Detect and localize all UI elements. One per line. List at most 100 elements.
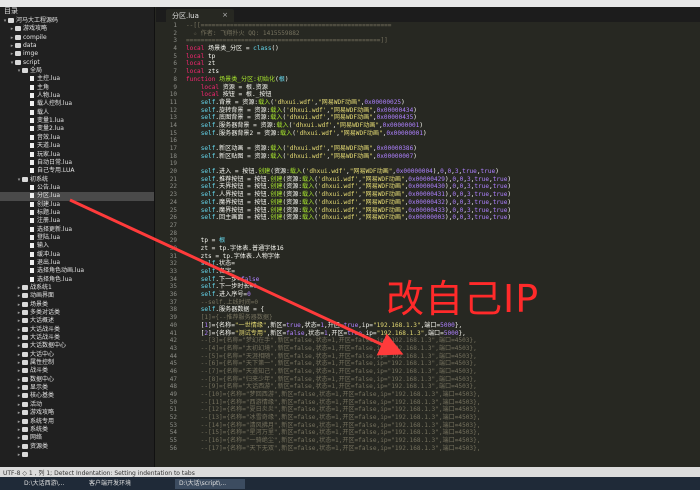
sidebar-item[interactable]: ▸ 系统专用 <box>0 418 154 426</box>
sidebar-item[interactable]: ▸ 系统类 <box>0 426 154 434</box>
folder-icon <box>15 43 21 49</box>
taskbar-item-2[interactable]: 客户端开发环境 <box>85 479 160 489</box>
line-number: 38 <box>169 306 177 314</box>
line-number: 2 <box>173 29 177 37</box>
sidebar-item-label: 资源类 <box>30 442 49 450</box>
sidebar-item-label: 人物.lua <box>37 92 61 100</box>
sidebar-item[interactable]: ▸ 大话概述 <box>0 317 154 325</box>
sidebar-item[interactable]: 载人控制.lua <box>0 100 154 108</box>
file-icon <box>30 143 34 149</box>
sidebar-item[interactable]: 自动日常.lua <box>0 159 154 167</box>
close-icon[interactable]: × <box>222 11 228 19</box>
sidebar-item[interactable]: 音效.lua <box>0 134 154 142</box>
sidebar-item-label: 选择更新.lua <box>37 225 73 233</box>
sidebar-item[interactable]: ▸ 战系统1 <box>0 284 154 292</box>
sidebar-item[interactable]: ▸ 核心基类 <box>0 392 154 400</box>
file-icon <box>30 159 34 165</box>
sidebar-item[interactable]: ▸ imge <box>0 50 154 58</box>
sidebar-item[interactable]: 注册.lua <box>0 217 154 225</box>
sidebar-item-label: 载人控制.lua <box>37 100 73 108</box>
sidebar-item[interactable]: ▸ 场景类 <box>0 301 154 309</box>
sidebar-item[interactable]: ▸ data <box>0 42 154 50</box>
sidebar-item[interactable]: ▸ 大话战斗类 <box>0 334 154 342</box>
line-number: 50 <box>169 398 177 406</box>
sidebar-item-label: 大话数据中心 <box>30 342 67 350</box>
sidebar-item[interactable]: ▾ 全局 <box>0 67 154 75</box>
sidebar-item[interactable]: ▸ 大话数据中心 <box>0 342 154 350</box>
line-number: 39 <box>169 314 177 322</box>
sidebar-item[interactable]: ▾ script <box>0 59 154 67</box>
sidebar-item[interactable]: ▸ 游戏攻略 <box>0 409 154 417</box>
sidebar-item[interactable]: ▸ 战斗类 <box>0 367 154 375</box>
sidebar-item[interactable]: 载人 <box>0 109 154 117</box>
sidebar-item[interactable]: 人物.lua <box>0 92 154 100</box>
sidebar-item[interactable]: ▸ 大话中心 <box>0 351 154 359</box>
sidebar-item-label: 主角 <box>37 83 50 91</box>
sidebar-item-label: 玩家.lua <box>37 150 61 158</box>
sidebar-item-label: 退出.lua <box>37 258 61 266</box>
taskbar-item-1[interactable]: D:\大话西游\... <box>20 479 80 489</box>
sidebar-item[interactable]: ▾ 初系统 <box>0 176 154 184</box>
file-icon <box>30 76 34 82</box>
sidebar-item[interactable]: 输入 <box>0 242 154 250</box>
folder-icon <box>22 376 28 382</box>
sidebar-item[interactable]: ▸ 活动 <box>0 401 154 409</box>
sidebar-item-label: 自动日常.lua <box>37 158 73 166</box>
sidebar-item[interactable]: ▸ 网络 <box>0 434 154 442</box>
sidebar-item[interactable]: ▸ 游戏攻略 <box>0 25 154 33</box>
line-number: 15 <box>169 129 177 137</box>
line-number: 16 <box>169 137 177 145</box>
line-number: 25 <box>169 206 177 214</box>
sidebar-item[interactable]: 分区.lua <box>0 192 154 201</box>
code-line: --[9]={名称="大话西游",新区=false,状态=1,开区=false,… <box>186 383 477 391</box>
folder-icon <box>22 393 28 399</box>
sidebar-item[interactable]: 公告.lua <box>0 184 154 192</box>
code-line: self.新区动画 = 资源:载入('dhxui.wdf',"网易WDF动画",… <box>200 145 417 152</box>
folder-icon <box>22 326 28 332</box>
code-line: --[13]={名称="冰雪奇缘",新区=false,状态=1,开区=false… <box>186 414 481 422</box>
sidebar-item[interactable]: ▸ 动画界面 <box>0 292 154 300</box>
sidebar-item[interactable]: 天道.lua <box>0 142 154 150</box>
status-bar: UTF-8 ◇ 1 , 列 1; Detect Indentation: Set… <box>0 467 700 477</box>
code-line: --[15]={名称="星河万里",新区=false,状态=1,开区=false… <box>186 429 481 437</box>
sidebar-item[interactable]: ▸ 资源类 <box>0 443 154 451</box>
file-icon <box>30 226 34 232</box>
sidebar-item[interactable]: 缓冲.lua <box>0 251 154 259</box>
line-number: 42 <box>169 337 177 345</box>
code-line: --[4]={名称="太初幻境",新区=false,状态=1,开区=false,… <box>186 344 477 352</box>
sidebar-item[interactable]: ▸ 大话战斗类 <box>0 326 154 334</box>
sidebar-item-label: 自己专用.LUA <box>37 167 75 175</box>
line-number: 53 <box>169 421 177 429</box>
sidebar-item[interactable]: ▸ <box>0 451 154 459</box>
sidebar-item[interactable]: ▸ 多类对话类 <box>0 309 154 317</box>
taskbar-item-3[interactable]: D:\大话\script\... <box>175 479 245 489</box>
sidebar-item[interactable]: 创建.lua <box>0 201 154 209</box>
sidebar-item[interactable]: 登陆.lua <box>0 234 154 242</box>
sidebar-item[interactable]: 自己专用.LUA <box>0 167 154 175</box>
sidebar-item[interactable]: 变量1.lua <box>0 117 154 125</box>
sidebar-item[interactable]: 选择角色.lua <box>0 276 154 284</box>
sidebar-item[interactable]: 玩家.lua <box>0 151 154 159</box>
sidebar-item[interactable]: 标题.lua <box>0 209 154 217</box>
code-line: ☆ 作者: 飞翔扑火 QQ: 1415559882 <box>186 29 300 37</box>
sidebar-item[interactable]: ▸ compile <box>0 34 154 42</box>
sidebar-item[interactable]: 主控.lua <box>0 75 154 83</box>
sidebar-item[interactable]: ▸ 显示类 <box>0 384 154 392</box>
line-number: 31 <box>169 252 177 260</box>
sidebar-item[interactable]: ▸ 数据中心 <box>0 376 154 384</box>
sidebar-item[interactable]: 选择更新.lua <box>0 226 154 234</box>
code-line: --[16]={名称="一骑绝尘",新区=false,状态=1,开区=false… <box>186 437 481 445</box>
folder-icon <box>22 410 28 416</box>
sidebar-item[interactable]: 选择角色动画.lua <box>0 267 154 275</box>
line-number: 28 <box>169 229 177 237</box>
sidebar-item-label: 音效.lua <box>37 133 61 141</box>
sidebar-item-label: imge <box>23 50 39 58</box>
sidebar-item[interactable]: ▸ 属性控制 <box>0 359 154 367</box>
tab-fenqu-lua[interactable]: 分区.lua × <box>166 9 234 22</box>
sidebar-item[interactable]: 主角 <box>0 84 154 92</box>
code-editor[interactable]: 1 2 3 4 5 6 7 8 9 10 11 12 13 14 15 16 17 18 19 20 21 22 23 24 2… <box>156 22 700 467</box>
line-number: 52 <box>169 414 177 422</box>
sidebar-item[interactable]: 变量2.lua <box>0 125 154 133</box>
code-line: ========================================… <box>186 37 388 45</box>
